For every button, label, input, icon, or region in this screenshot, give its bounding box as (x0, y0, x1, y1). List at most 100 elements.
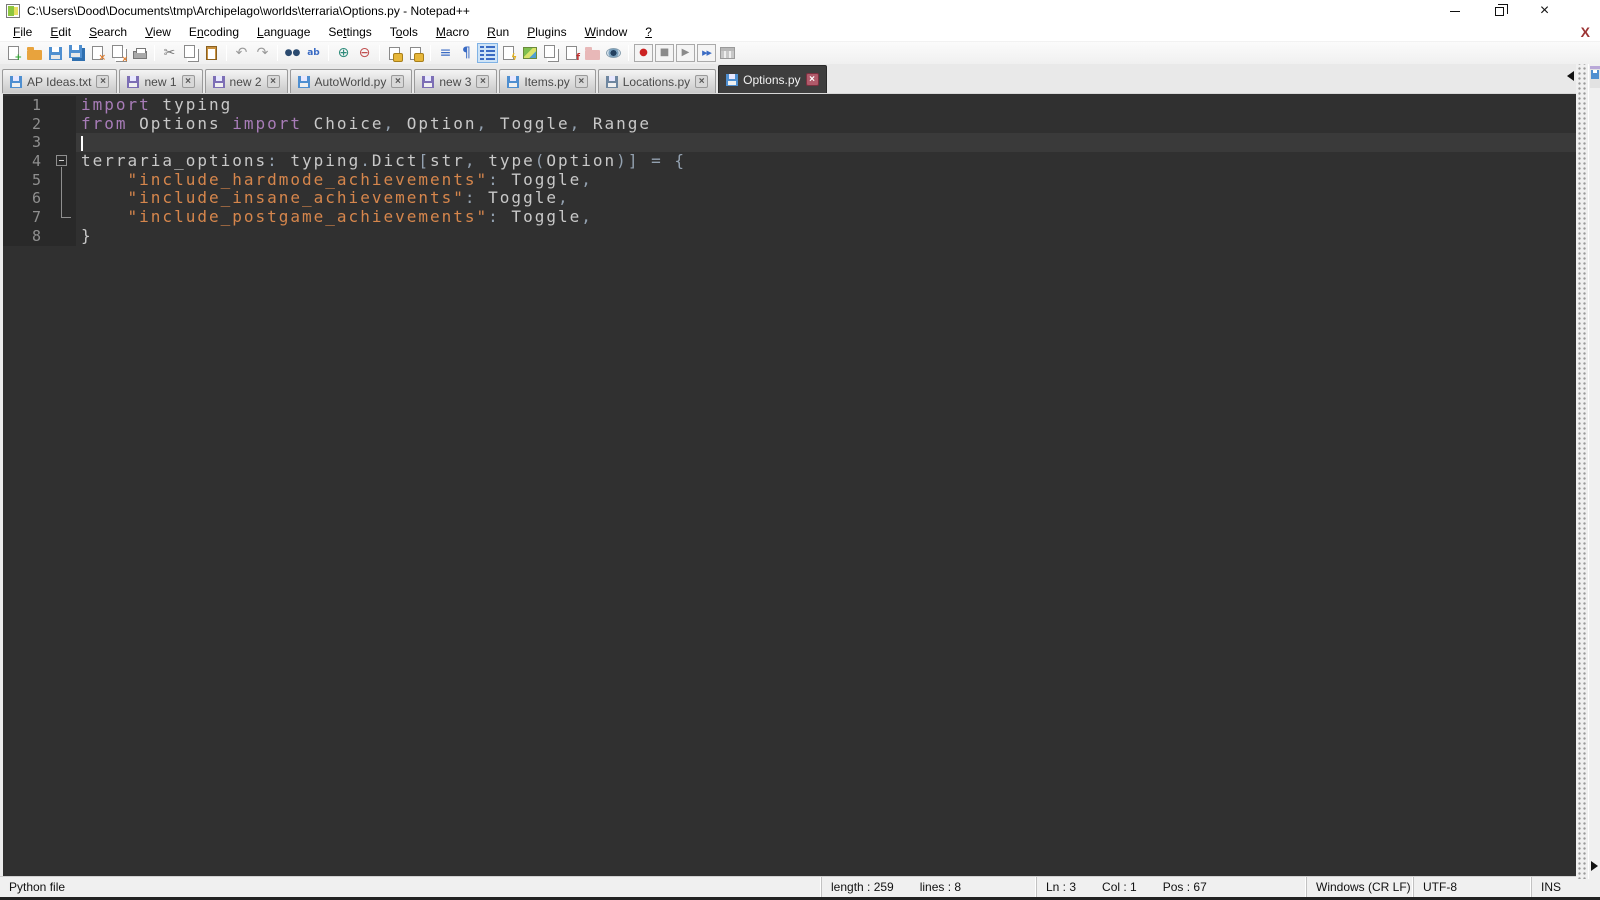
document-map-icon[interactable] (519, 43, 540, 63)
tab-locations-py[interactable]: Locations.py × (597, 69, 717, 93)
menu-item-[interactable]: ? (636, 23, 661, 41)
menu-item-encoding[interactable]: Encoding (180, 23, 248, 41)
save-all-icon[interactable] (66, 43, 87, 63)
folder-as-workspace-icon[interactable] (582, 43, 603, 63)
zoom-in-icon[interactable]: ⊕ (333, 43, 354, 63)
minimize-button[interactable] (1432, 0, 1477, 22)
monitoring-eye-icon[interactable] (603, 43, 624, 63)
menu-item-search[interactable]: Search (80, 23, 136, 41)
status-encoding[interactable]: UTF-8 (1414, 877, 1532, 897)
tab-close-icon[interactable]: × (805, 73, 819, 86)
close-button[interactable]: × (1522, 0, 1567, 22)
tab-options-py[interactable]: Options.py × (718, 65, 827, 93)
menu-close-document-icon[interactable]: X (1577, 23, 1594, 41)
tab-close-icon[interactable]: × (181, 75, 195, 88)
menu-item-file[interactable]: File (4, 23, 41, 41)
fold-collapse-icon[interactable] (50, 152, 76, 171)
code-line-5[interactable]: 5 "include_hardmode_achievements": Toggl… (3, 170, 1581, 190)
cut-icon: ✂ (163, 45, 176, 61)
tab-close-icon[interactable]: × (574, 75, 588, 88)
collapsed-second-view[interactable] (1588, 64, 1600, 879)
restore-button[interactable] (1477, 0, 1522, 22)
tab-autoworld-py[interactable]: AutoWorld.py × (289, 69, 413, 93)
save-icon[interactable] (45, 43, 66, 63)
monitoring-eye-icon (606, 48, 621, 58)
show-all-characters-icon[interactable]: ¶ (456, 43, 477, 63)
code-line-2[interactable]: 2 from Options import Choice, Option, Tog… (3, 114, 1581, 134)
close-all-docs-icon[interactable]: × (108, 43, 129, 64)
menu-item-edit[interactable]: Edit (41, 23, 80, 41)
tab-new-3[interactable]: new 3 × (414, 69, 498, 93)
tab-close-icon[interactable]: × (96, 75, 110, 88)
status-eol-format[interactable]: Windows (CR LF) (1307, 877, 1414, 897)
code-line-1[interactable]: 1 import typing (3, 95, 1581, 115)
code-editor[interactable]: 1 import typing 2 from Options import Choic… (3, 94, 1581, 876)
macro-stop-icon[interactable]: ■ (654, 43, 675, 63)
sync-vertical-scroll-icon[interactable] (384, 43, 405, 63)
zoom-out-icon[interactable]: ⊖ (354, 43, 375, 63)
scroll-right-icon[interactable] (1591, 861, 1598, 871)
tab-close-icon[interactable]: × (391, 75, 405, 88)
status-lines: lines : 8 (919, 880, 962, 894)
code-line-8[interactable]: 8} (3, 226, 1581, 246)
menu-item-window[interactable]: Window (576, 23, 637, 41)
show-indent-guide-icon (480, 46, 495, 60)
code-line-7[interactable]: 7 "include_postgame_achievements": Toggl… (3, 207, 1581, 227)
tab-close-icon[interactable]: × (476, 75, 490, 88)
tab-new-2[interactable]: new 2 × (204, 69, 288, 93)
code-line-3[interactable]: 3 (3, 133, 1581, 153)
menu-item-settings[interactable]: Settings (319, 23, 380, 41)
sync-horizontal-scroll-icon[interactable] (405, 43, 426, 63)
replace-icon: ab (307, 48, 320, 58)
code-line-6[interactable]: 6 "include_insane_achievements": Toggle, (3, 189, 1581, 209)
code-text (76, 133, 83, 152)
copy-icon (183, 45, 195, 58)
plugin-lightning-icon[interactable]: ϟ (498, 43, 519, 63)
tab-label: AutoWorld.py (314, 74, 387, 89)
redo-icon[interactable]: ↷ (252, 43, 273, 63)
paste-icon[interactable] (201, 43, 222, 63)
macro-run-multiple-icon[interactable]: ▶▶ (696, 43, 717, 63)
status-insert-mode[interactable]: INS (1532, 877, 1600, 897)
function-list-icon-badge: f (576, 53, 580, 63)
macro-record-icon[interactable]: ● (633, 43, 654, 63)
undo-icon[interactable]: ↶ (231, 43, 252, 63)
menu-item-view[interactable]: View (136, 23, 180, 41)
menu-item-plugins[interactable]: Plugins (518, 23, 575, 41)
cut-icon[interactable]: ✂ (159, 43, 180, 63)
tab-close-icon[interactable]: × (266, 75, 280, 88)
word-wrap-icon[interactable]: ≡ (435, 43, 456, 63)
line-number: 2 (3, 114, 50, 134)
notepad-plus-plus-app-icon (6, 4, 20, 18)
code-line-4[interactable]: 4 terraria_options: typing.Dict[str, type… (3, 151, 1581, 171)
show-indent-guide-icon[interactable] (477, 43, 498, 63)
view-splitter-handle[interactable] (1576, 64, 1588, 879)
tab-scroll-left-icon[interactable] (1567, 71, 1574, 81)
function-list-icon[interactable]: f (561, 43, 582, 63)
doc-switcher-icon[interactable] (540, 43, 561, 63)
find-icon[interactable]: ●● (282, 43, 303, 63)
copy-icon[interactable] (180, 43, 201, 63)
menu-item-run[interactable]: Run (478, 23, 518, 41)
tab-ap-ideas-txt[interactable]: AP Ideas.txt × (2, 69, 118, 93)
minimize-icon (1449, 10, 1460, 12)
fold-margin (50, 170, 76, 190)
new-file-icon[interactable]: + (3, 43, 24, 63)
close-all-docs-icon-badge: × (122, 54, 128, 64)
menu-item-language[interactable]: Language (248, 23, 319, 41)
tab-close-icon[interactable]: × (695, 75, 709, 88)
sync-vertical-scroll-icon (389, 46, 403, 62)
macro-play-icon[interactable]: ▶ (675, 43, 696, 63)
close-doc-icon[interactable]: × (87, 43, 108, 63)
menu-item-tools[interactable]: Tools (381, 23, 427, 41)
tab-new-1[interactable]: new 1 × (119, 69, 203, 93)
open-file-icon[interactable] (24, 43, 45, 63)
redo-icon: ↷ (256, 45, 269, 61)
status-line-number: Ln : 3 (1046, 880, 1077, 894)
replace-icon[interactable]: ab (303, 43, 324, 63)
fold-margin (50, 114, 76, 134)
print-icon[interactable] (129, 43, 150, 63)
tab-items-py[interactable]: Items.py × (499, 69, 596, 93)
menu-item-macro[interactable]: Macro (427, 23, 478, 41)
macro-save-icon[interactable] (717, 43, 738, 63)
